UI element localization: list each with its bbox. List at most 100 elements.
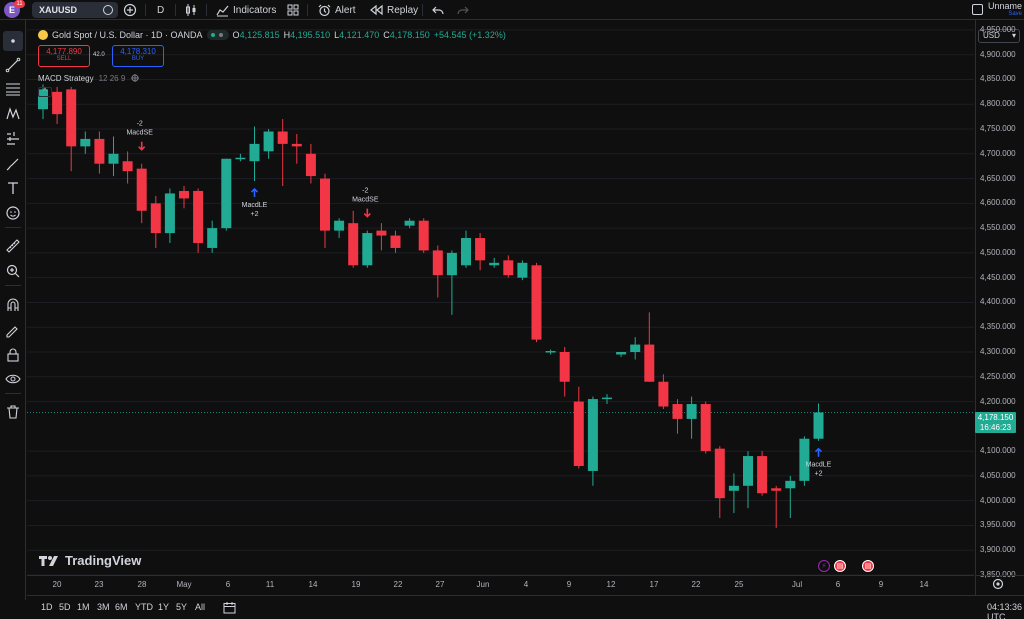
- calendar-icon[interactable]: [223, 601, 236, 614]
- fib-tool[interactable]: [3, 79, 23, 99]
- candle-body: [573, 401, 584, 466]
- candle-body: [771, 488, 782, 491]
- redo-icon: [457, 6, 469, 15]
- settings-gear-icon[interactable]: [992, 578, 1004, 590]
- stay-drawing-tool[interactable]: [3, 320, 23, 340]
- hide-drawings-tool[interactable]: [3, 369, 23, 389]
- layout-select-icon[interactable]: [972, 4, 983, 15]
- indicators-icon: [216, 5, 229, 16]
- range-button[interactable]: 6M: [115, 602, 128, 612]
- long-arrow-icon: [814, 447, 823, 457]
- toolbar-divider: [307, 4, 308, 16]
- alert-button[interactable]: Alert: [318, 2, 356, 18]
- price-tick-label: 4,000.000: [980, 495, 1016, 505]
- range-button[interactable]: 3M: [97, 602, 110, 612]
- indicator-name[interactable]: MACD Strategy: [38, 74, 94, 83]
- buy-button[interactable]: 4,178.310 BUY: [112, 45, 164, 67]
- range-button[interactable]: 5D: [59, 602, 71, 612]
- pattern-tool[interactable]: [3, 104, 23, 124]
- lock-drawings-tool[interactable]: [3, 345, 23, 365]
- candle-body: [418, 220, 429, 251]
- signal-name: MacdSE: [352, 197, 379, 204]
- time-tick-label: 14: [308, 580, 318, 589]
- price-tick-label: 4,100.000: [980, 446, 1016, 456]
- compare-symbol-button[interactable]: [123, 2, 137, 18]
- symbol-title[interactable]: Gold Spot / U.S. Dollar · 1D · OANDA: [52, 30, 203, 40]
- symbol-options-icon[interactable]: [103, 5, 113, 15]
- price-chart[interactable]: -2 MacdSE MacdLE +2 -2 MacdSE MacdLE +2: [27, 20, 974, 576]
- range-button[interactable]: 1Y: [158, 602, 169, 612]
- brush-tool[interactable]: [3, 154, 23, 174]
- candle-body: [136, 168, 147, 211]
- us-flag-event-icon[interactable]: ▤: [862, 560, 874, 572]
- candle-body: [122, 161, 133, 172]
- save-label[interactable]: Save: [988, 11, 1022, 17]
- remove-drawings-tool[interactable]: [3, 402, 23, 422]
- range-button[interactable]: 1D: [41, 602, 53, 612]
- horizontal-lines-icon: [6, 83, 20, 96]
- time-tick-label: Jun: [476, 580, 490, 589]
- chart-pane[interactable]: -2 MacdSE MacdLE +2 -2 MacdSE MacdLE +2: [27, 20, 974, 576]
- layout-name-button[interactable]: Unname Save: [988, 1, 1022, 17]
- chart-type-button[interactable]: [185, 2, 197, 18]
- trash-icon: [7, 405, 19, 419]
- magnet-tool[interactable]: [3, 295, 23, 315]
- time-tick-label: 11: [265, 580, 275, 589]
- candle-body: [757, 456, 768, 494]
- zoom-tool[interactable]: [3, 261, 23, 281]
- data-window-icon[interactable]: [130, 73, 140, 83]
- range-button[interactable]: 5Y: [176, 602, 187, 612]
- sell-price: 4,177.890: [46, 47, 82, 56]
- candle-body: [404, 220, 415, 226]
- interval-button[interactable]: D: [157, 2, 164, 18]
- price-tick-label: 4,300.000: [980, 347, 1016, 356]
- us-flag-event-icon[interactable]: ▤: [834, 560, 846, 572]
- candle-body: [531, 265, 542, 340]
- text-tool[interactable]: [3, 178, 23, 198]
- candle-body: [207, 228, 218, 248]
- price-tick-label: 3,950.000: [980, 520, 1016, 530]
- crosshair-tool[interactable]: [3, 31, 23, 51]
- candle-body: [362, 233, 373, 266]
- sell-button[interactable]: 4,177.890 SELL: [38, 45, 90, 67]
- candle-body: [700, 404, 711, 452]
- trend-line-tool[interactable]: [3, 55, 23, 75]
- market-status-icon[interactable]: [206, 30, 229, 40]
- candle-body: [334, 220, 345, 231]
- bar-countdown: 16:46:23: [979, 423, 1012, 432]
- candle-body: [813, 412, 824, 439]
- undo-button[interactable]: [432, 2, 444, 18]
- forecast-tool[interactable]: [3, 129, 23, 149]
- time-axis[interactable]: [27, 575, 974, 595]
- tradingview-watermark: TradingView: [39, 553, 141, 568]
- templates-button[interactable]: [287, 2, 299, 18]
- redo-button[interactable]: [457, 2, 469, 18]
- symbol-search-button[interactable]: XAUUSD: [32, 2, 118, 18]
- top-toolbar: E 11 XAUUSD D Indicators Alert Replay Un…: [0, 0, 1024, 20]
- collapse-legend-button[interactable]: ^: [38, 87, 52, 97]
- alert-label: Alert: [335, 4, 356, 16]
- high-value: 4,195.510: [290, 30, 331, 40]
- time-tick-label: 22: [393, 580, 403, 589]
- measure-tool[interactable]: [3, 236, 23, 256]
- lightning-event-icon[interactable]: ⚡: [818, 560, 830, 572]
- symbol-label: XAUUSD: [39, 5, 78, 15]
- indicators-button[interactable]: Indicators: [216, 2, 276, 18]
- range-button[interactable]: YTD: [135, 602, 153, 612]
- signal-qty: -2: [137, 121, 143, 128]
- indicator-legend[interactable]: MACD Strategy 12 26 9: [38, 73, 140, 83]
- icon-tool[interactable]: [3, 203, 23, 223]
- symbol-legend: Gold Spot / U.S. Dollar · 1D · OANDA O 4,…: [38, 30, 506, 40]
- utc-clock[interactable]: 04:13:36 UTC: [987, 602, 1024, 619]
- candle-body: [672, 404, 683, 419]
- time-tick-label: 9: [878, 580, 884, 589]
- toolbar-divider: [5, 227, 21, 228]
- low-value: 4,121.470: [339, 30, 380, 40]
- tradingview-logo-icon: [39, 555, 58, 566]
- range-button[interactable]: 1M: [77, 602, 90, 612]
- smiley-icon: [6, 206, 20, 220]
- replay-button[interactable]: Replay: [370, 2, 418, 18]
- candle-body: [658, 381, 669, 407]
- range-button[interactable]: All: [195, 602, 205, 612]
- candle-body: [432, 250, 443, 276]
